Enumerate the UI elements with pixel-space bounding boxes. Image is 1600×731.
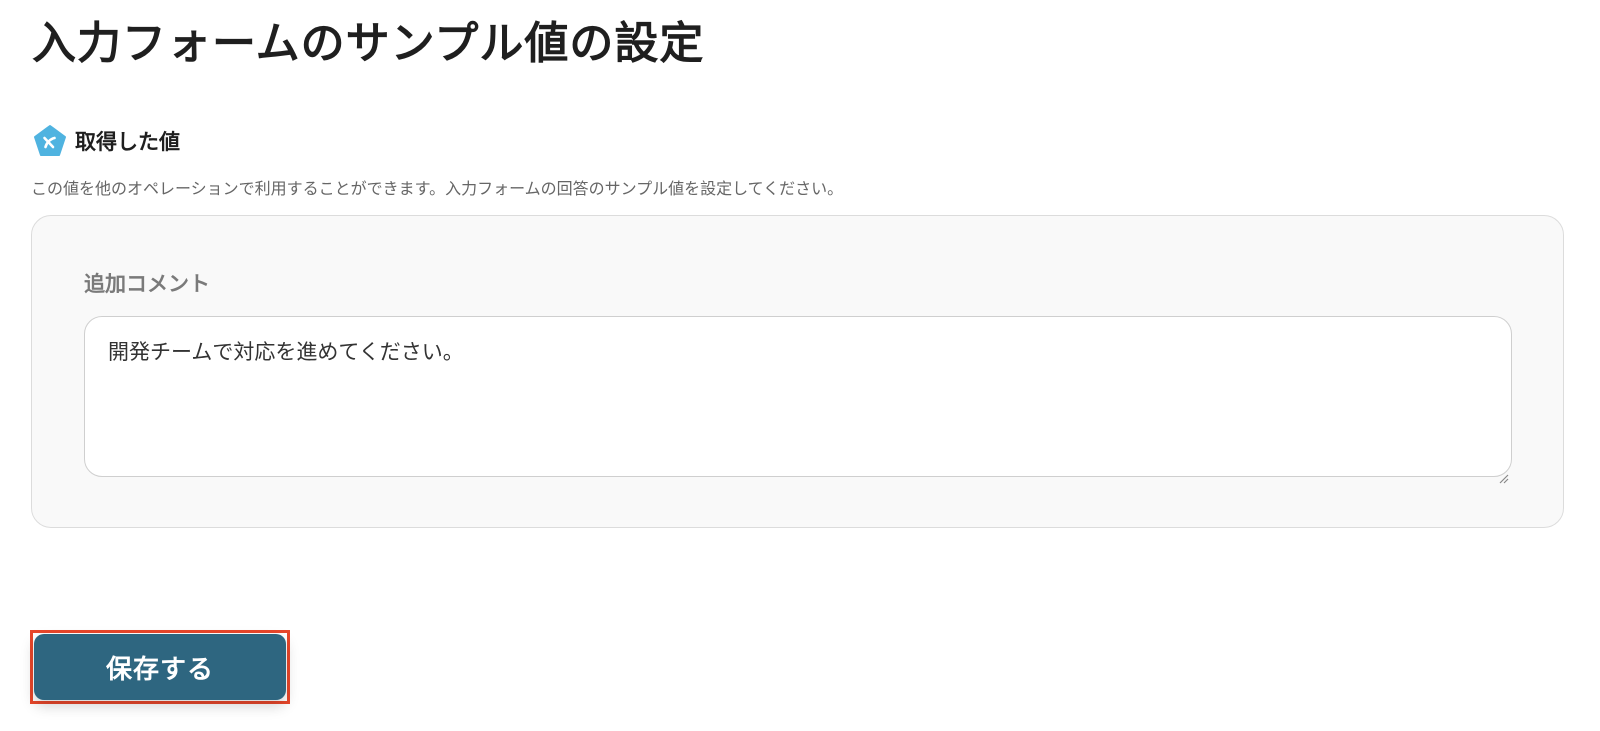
section-description: この値を他のオペレーションで利用することができます。入力フォームの回答のサンプル… xyxy=(31,179,844,198)
settings-page: 入力フォームのサンプル値の設定 取得した値 この値を他のオペレーションで利用する… xyxy=(0,0,1600,731)
section-header: 取得した値 xyxy=(33,125,180,157)
section-label: 取得した値 xyxy=(75,130,180,154)
save-button[interactable]: 保存する xyxy=(34,634,286,700)
sample-value-card: 追加コメント 開発チームで対応を進めてください。 xyxy=(31,215,1564,528)
additional-comment-label: 追加コメント xyxy=(84,272,210,296)
additional-comment-value: 開発チームで対応を進めてください。 xyxy=(108,340,464,364)
additional-comment-textarea[interactable]: 開発チームで対応を進めてください。 xyxy=(84,316,1512,484)
yoom-pentagon-icon xyxy=(33,124,67,158)
resize-grip-icon[interactable] xyxy=(1497,462,1509,484)
page-title: 入力フォームのサンプル値の設定 xyxy=(32,18,705,69)
